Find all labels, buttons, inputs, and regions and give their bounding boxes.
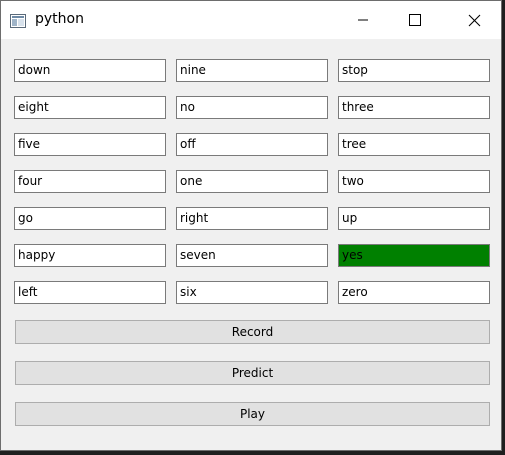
- maximize-icon: [409, 14, 421, 26]
- maximize-button[interactable]: [392, 1, 438, 39]
- word-field-tree[interactable]: tree: [338, 133, 490, 156]
- app-window-icon: [10, 13, 26, 28]
- word-field-up[interactable]: up: [338, 207, 490, 230]
- close-button[interactable]: [451, 1, 497, 39]
- word-field-seven[interactable]: seven: [176, 244, 328, 267]
- word-field-no[interactable]: no: [176, 96, 328, 119]
- word-field-three[interactable]: three: [338, 96, 490, 119]
- word-field-right[interactable]: right: [176, 207, 328, 230]
- word-field-yes[interactable]: yes: [338, 244, 490, 267]
- word-field-nine[interactable]: nine: [176, 59, 328, 82]
- word-field-two[interactable]: two: [338, 170, 490, 193]
- minimize-button[interactable]: [340, 1, 386, 39]
- minimize-icon: [358, 19, 368, 21]
- word-field-left[interactable]: left: [14, 281, 166, 304]
- word-field-happy[interactable]: happy: [14, 244, 166, 267]
- close-icon: [468, 14, 480, 26]
- word-field-eight[interactable]: eight: [14, 96, 166, 119]
- predict-button[interactable]: Predict: [15, 361, 490, 385]
- record-button[interactable]: Record: [15, 320, 490, 344]
- word-field-down[interactable]: down: [14, 59, 166, 82]
- title-bar[interactable]: python: [1, 1, 501, 39]
- word-field-five[interactable]: five: [14, 133, 166, 156]
- word-field-stop[interactable]: stop: [338, 59, 490, 82]
- word-field-off[interactable]: off: [176, 133, 328, 156]
- word-field-go[interactable]: go: [14, 207, 166, 230]
- window-title: python: [35, 11, 84, 27]
- word-field-four[interactable]: four: [14, 170, 166, 193]
- play-button[interactable]: Play: [15, 402, 490, 426]
- app-window: python down nine stop eight no three fiv…: [0, 0, 502, 451]
- word-field-one[interactable]: one: [176, 170, 328, 193]
- word-field-six[interactable]: six: [176, 281, 328, 304]
- word-field-zero[interactable]: zero: [338, 281, 490, 304]
